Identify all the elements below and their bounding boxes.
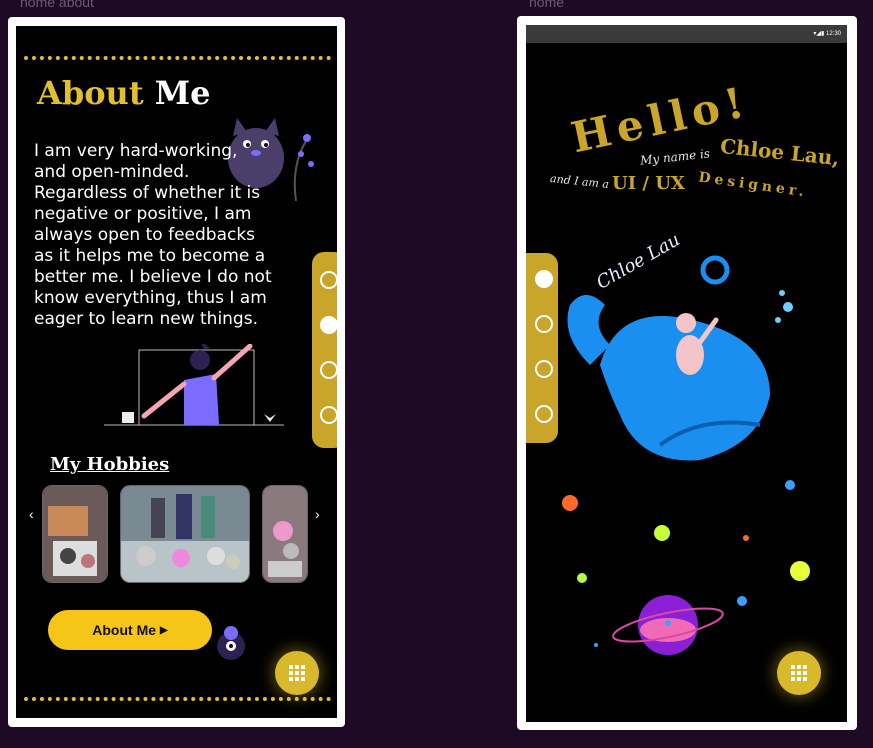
about-me-button-label: About Me bbox=[92, 622, 157, 638]
nav-dot-3[interactable] bbox=[535, 360, 553, 378]
about-phone-frame: About Me I am very hard-working, and ope… bbox=[8, 17, 345, 727]
and-i-am-a-text: and I am a bbox=[549, 171, 610, 192]
title-highlight: About bbox=[37, 74, 144, 112]
hobby-photo-3[interactable] bbox=[262, 485, 308, 583]
home-screen: ▾◢▮ 12:30 Hello! My name is Chloe Lau, a… bbox=[526, 25, 847, 722]
nav-dot-4[interactable] bbox=[320, 406, 337, 424]
whale-illustration bbox=[567, 255, 793, 461]
role-ui-ux: UI / UX bbox=[612, 173, 685, 194]
my-name-is-text: My name is bbox=[639, 146, 711, 168]
nav-dot-2-active[interactable] bbox=[320, 316, 337, 334]
title-rest: Me bbox=[154, 74, 211, 112]
chevron-left-icon[interactable]: ‹ bbox=[29, 506, 34, 522]
nav-dot-2[interactable] bbox=[535, 315, 553, 333]
top-dotted-divider bbox=[24, 56, 331, 60]
page-title: About Me bbox=[37, 74, 211, 112]
nav-dot-1[interactable] bbox=[320, 271, 337, 289]
frame-label-home: home bbox=[529, 0, 565, 10]
nav-dot-1-active[interactable] bbox=[535, 270, 553, 288]
chevron-right-icon[interactable]: › bbox=[315, 506, 320, 522]
side-navigation bbox=[312, 252, 337, 448]
about-me-button[interactable]: About Me ▶ bbox=[48, 610, 212, 650]
frame-label-about: home about bbox=[20, 0, 94, 10]
monster-mascot-icon bbox=[217, 626, 245, 660]
name-text: Chloe Lau, bbox=[719, 133, 841, 171]
about-description: I am very hard-working, and open-minded.… bbox=[34, 141, 272, 329]
grid-icon bbox=[791, 665, 807, 681]
space-illustration bbox=[562, 480, 810, 655]
menu-fab[interactable] bbox=[275, 651, 319, 695]
side-navigation-home bbox=[526, 253, 558, 443]
hobby-photo-1[interactable] bbox=[42, 485, 108, 583]
nav-dot-4[interactable] bbox=[535, 405, 553, 423]
nav-dot-3[interactable] bbox=[320, 361, 337, 379]
status-icons: ▾◢▮ bbox=[813, 31, 826, 37]
role-designer: Designer. bbox=[697, 169, 809, 201]
hobbies-heading: My Hobbies bbox=[50, 454, 170, 475]
person-at-desk-illustration bbox=[104, 344, 284, 426]
hobby-photo-2[interactable] bbox=[120, 485, 250, 583]
grid-icon bbox=[289, 665, 305, 681]
bottom-dotted-divider bbox=[24, 697, 331, 701]
about-screen: About Me I am very hard-working, and ope… bbox=[16, 26, 337, 718]
caret-right-icon: ▶ bbox=[160, 624, 168, 636]
menu-fab-home[interactable] bbox=[777, 651, 821, 695]
home-phone-frame: ▾◢▮ 12:30 Hello! My name is Chloe Lau, a… bbox=[517, 16, 857, 730]
status-bar: ▾◢▮ 12:30 bbox=[526, 25, 847, 43]
status-time: 12:30 bbox=[825, 31, 841, 37]
